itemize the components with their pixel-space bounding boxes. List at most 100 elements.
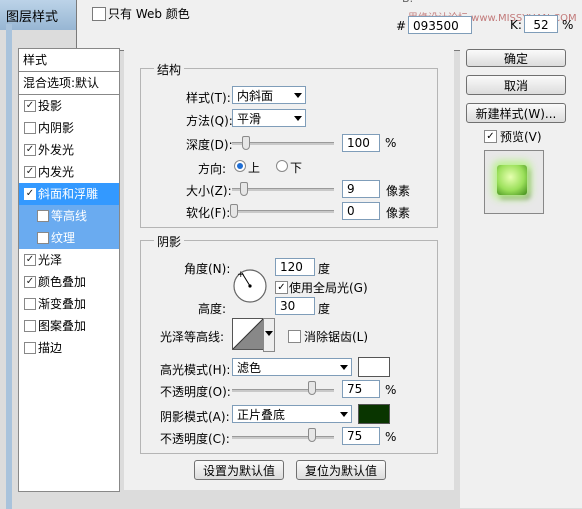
- styles-header[interactable]: 样式: [19, 49, 119, 71]
- cancel-button[interactable]: 取消: [466, 75, 566, 95]
- reset-default-button[interactable]: 复位为默认值: [296, 460, 386, 480]
- highlight-opacity-thumb[interactable]: [308, 381, 316, 395]
- style-item-satin[interactable]: ✓ 光泽: [19, 249, 119, 271]
- style-item-inner-glow[interactable]: ✓ 内发光: [19, 161, 119, 183]
- shadow-color-swatch[interactable]: [358, 404, 390, 424]
- checkbox[interactable]: ✓: [24, 144, 36, 156]
- highlight-mode-value: 滤色: [237, 361, 262, 375]
- checkbox[interactable]: [37, 232, 49, 244]
- shadow-mode-select[interactable]: 正片叠底: [232, 405, 352, 423]
- highlight-color-swatch[interactable]: [358, 357, 390, 377]
- angle-label: 角度(N):: [184, 262, 231, 276]
- style-item-outer-glow[interactable]: ✓ 外发光: [19, 139, 119, 161]
- window-title: 图层样式: [6, 10, 59, 25]
- contour-curve-icon: [232, 318, 264, 350]
- bevel-style-select[interactable]: 内斜面: [232, 86, 306, 104]
- soften-slider-thumb[interactable]: [230, 204, 238, 218]
- style-item-label: 渐变叠加: [38, 297, 87, 311]
- style-item-contour[interactable]: 等高线: [19, 205, 119, 227]
- altitude-input[interactable]: 30: [275, 297, 315, 315]
- style-item-label: 内阴影: [38, 121, 75, 135]
- blend-options-item[interactable]: 混合选项:默认: [19, 72, 119, 94]
- web-only-checkbox[interactable]: [92, 7, 106, 21]
- global-light-label: 使用全局光(G): [289, 281, 368, 295]
- style-item-color-overlay[interactable]: ✓ 颜色叠加: [19, 271, 119, 293]
- shadow-opacity-label: 不透明度(C):: [160, 432, 230, 446]
- style-item-bevel-emboss[interactable]: ✓ 斜面和浮雕: [19, 183, 119, 205]
- checkbox[interactable]: [37, 210, 49, 222]
- new-style-button[interactable]: 新建样式(W)...: [466, 103, 566, 123]
- direction-label: 方向:: [198, 162, 227, 176]
- styles-header-label: 样式: [23, 53, 48, 67]
- style-preview-box: [484, 150, 544, 214]
- bevel-style-value: 内斜面: [237, 89, 274, 103]
- size-slider-thumb[interactable]: [240, 182, 248, 196]
- global-light-checkbox[interactable]: ✓: [275, 281, 288, 294]
- direction-down-radio[interactable]: [276, 160, 288, 172]
- highlight-opacity-label: 不透明度(O):: [160, 385, 231, 399]
- direction-down-label: 下: [290, 161, 303, 175]
- style-preview-swatch: [497, 165, 527, 195]
- anti-aliased-checkbox[interactable]: [288, 330, 301, 343]
- b-label: B:: [402, 0, 413, 5]
- highlight-mode-select[interactable]: 滤色: [232, 358, 352, 376]
- styles-list: 样式 混合选项:默认 ✓ 投影 内阴影 ✓ 外发光 ✓ 内发光 ✓ 斜面和浮雕 等高线 …: [18, 48, 120, 492]
- depth-input[interactable]: 100: [342, 134, 380, 152]
- style-item-drop-shadow[interactable]: ✓ 投影: [19, 95, 119, 117]
- style-item-label: 图案叠加: [38, 319, 87, 333]
- hex-hash-label: #: [396, 19, 407, 33]
- structure-group-label: 结构: [154, 61, 185, 78]
- gloss-contour-dropdown[interactable]: [263, 318, 275, 352]
- hex-color-input[interactable]: 093500: [408, 16, 472, 34]
- soften-label: 软化(F):: [186, 206, 231, 220]
- anti-aliased-label: 消除锯齿(L): [304, 330, 369, 344]
- size-unit: 像素: [386, 184, 411, 198]
- depth-slider-thumb[interactable]: [241, 136, 250, 150]
- shadow-opacity-thumb[interactable]: [308, 428, 316, 442]
- style-item-texture[interactable]: 纹理: [19, 227, 119, 249]
- style-item-stroke[interactable]: 描边: [19, 337, 119, 359]
- checkbox[interactable]: [24, 320, 36, 332]
- highlight-opacity-unit: %: [385, 383, 397, 397]
- ok-button[interactable]: 确定: [466, 49, 566, 67]
- gloss-contour-preview[interactable]: [232, 318, 264, 350]
- shadow-mode-value: 正片叠底: [237, 408, 286, 422]
- highlight-opacity-track[interactable]: [232, 389, 334, 392]
- blend-options-label: 混合选项:默认: [23, 76, 100, 90]
- checkbox[interactable]: [24, 298, 36, 310]
- checkbox[interactable]: ✓: [24, 276, 36, 288]
- soften-input[interactable]: 0: [342, 202, 380, 220]
- angle-input[interactable]: 120: [275, 258, 315, 276]
- highlight-mode-label: 高光模式(H):: [160, 363, 231, 377]
- checkbox[interactable]: [24, 122, 36, 134]
- angle-dial-icon[interactable]: +: [231, 267, 269, 305]
- preview-checkbox[interactable]: ✓: [484, 130, 497, 143]
- direction-up-radio[interactable]: [234, 160, 246, 172]
- checkbox[interactable]: ✓: [24, 254, 36, 266]
- style-item-gradient-overlay[interactable]: 渐变叠加: [19, 293, 119, 315]
- k-input[interactable]: 52: [524, 15, 558, 33]
- depth-unit: %: [385, 136, 397, 150]
- checkbox[interactable]: ✓: [24, 188, 36, 200]
- style-item-pattern-overlay[interactable]: 图案叠加: [19, 315, 119, 337]
- style-item-inner-shadow[interactable]: 内阴影: [19, 117, 119, 139]
- size-label: 大小(Z):: [186, 184, 232, 198]
- highlight-opacity-input[interactable]: 75: [342, 380, 380, 398]
- checkbox[interactable]: ✓: [24, 100, 36, 112]
- make-default-button[interactable]: 设置为默认值: [194, 460, 284, 480]
- technique-select[interactable]: 平滑: [232, 109, 306, 127]
- technique-value: 平滑: [237, 112, 262, 126]
- style-item-label: 光泽: [38, 253, 63, 267]
- size-input[interactable]: 9: [342, 180, 380, 198]
- checkbox[interactable]: ✓: [24, 166, 36, 178]
- soften-slider-track[interactable]: [232, 210, 334, 213]
- style-item-label: 斜面和浮雕: [38, 187, 99, 201]
- altitude-label: 高度:: [198, 302, 227, 316]
- style-item-label: 描边: [38, 341, 63, 355]
- settings-panel: 结构 样式(T): 内斜面 方法(Q): 平滑 深度(D): 100 % 方向:…: [124, 48, 454, 490]
- k-label: K:: [510, 18, 522, 32]
- shadow-opacity-input[interactable]: 75: [342, 427, 380, 445]
- shadow-opacity-track[interactable]: [232, 436, 334, 439]
- chevron-down-icon: [294, 116, 302, 121]
- checkbox[interactable]: [24, 342, 36, 354]
